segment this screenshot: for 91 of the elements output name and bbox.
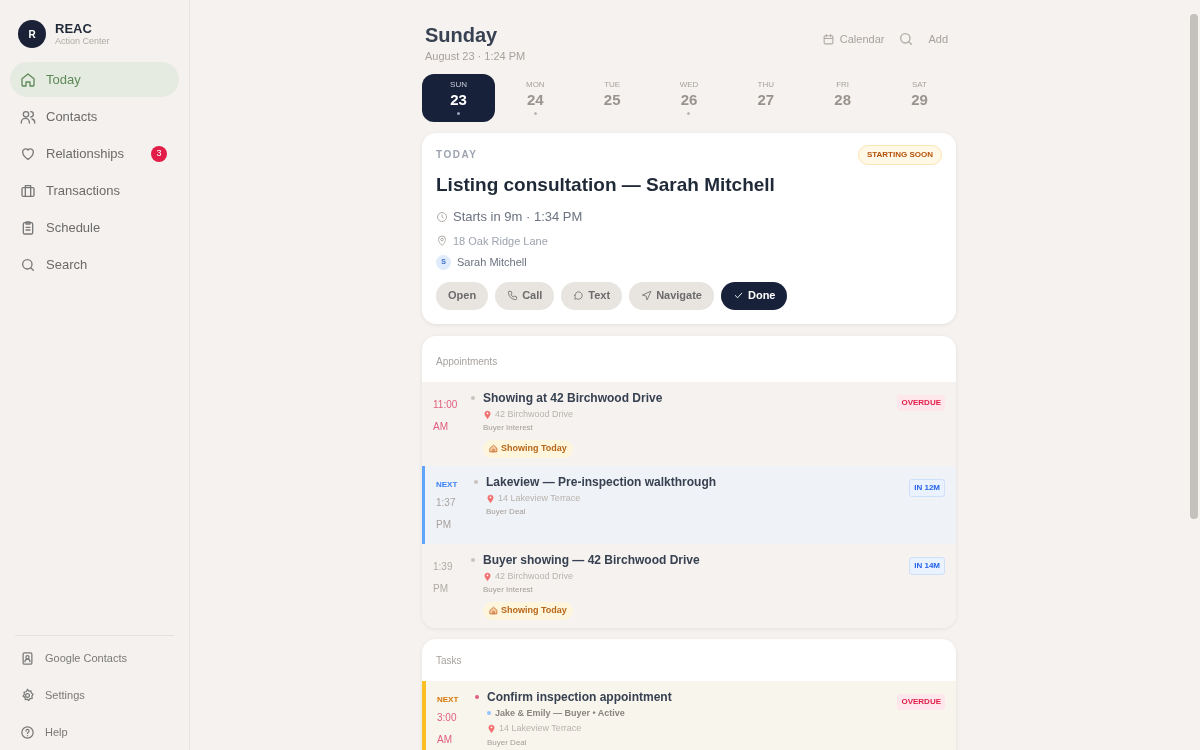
app-name: REAC bbox=[55, 21, 93, 36]
nav-item[interactable]: Search bbox=[10, 247, 179, 282]
event-title: Listing consultation — Sarah Mitchell bbox=[436, 172, 776, 197]
nav-item[interactable]: Settings bbox=[10, 677, 179, 713]
status-badge: IN 14M bbox=[909, 556, 945, 575]
address-text: 14 Lakeview Terrace bbox=[499, 722, 582, 735]
address-text: 42 Birchwood Drive bbox=[495, 407, 574, 421]
day-tab[interactable]: THU 27 bbox=[729, 73, 803, 122]
page-title: Sunday bbox=[425, 23, 499, 48]
next-label: NEXT bbox=[436, 478, 459, 491]
scrollbar[interactable] bbox=[1190, 14, 1198, 519]
task-row[interactable]: NEXT 3:00 AM Confirm inspection appointment Jake & Emily — Buyer • Active 14 Lakeview Terrace Buyer Deal OVERDUE bbox=[422, 680, 956, 750]
category-text: Buyer Deal bbox=[487, 736, 528, 749]
heart-icon bbox=[20, 145, 36, 162]
appointment-title: Lakeview — Pre-inspection walkthrough bbox=[486, 473, 718, 490]
help-icon bbox=[20, 724, 35, 740]
clock-icon bbox=[436, 210, 448, 223]
time-label: 3:00 AM bbox=[437, 710, 458, 747]
time-label: 1:39 PM bbox=[433, 559, 454, 596]
people-icon bbox=[20, 108, 36, 125]
status-badge: OVERDUE bbox=[897, 693, 945, 710]
nav-item[interactable]: Help bbox=[10, 714, 179, 750]
location-pin-icon bbox=[483, 409, 492, 419]
appointment-row[interactable]: NEXT 1:37 PM Lakeview — Pre-inspection walkthrough 14 Lakeview Terrace Buyer Deal IN 12M bbox=[422, 465, 956, 544]
nav-item[interactable]: Relationships 3 bbox=[10, 136, 179, 171]
nav-item[interactable]: Transactions bbox=[10, 173, 179, 208]
section-label: TODAY bbox=[436, 148, 478, 162]
day-tab[interactable]: FRI 28 bbox=[806, 73, 880, 122]
appointment-title: Showing at 42 Birchwood Drive bbox=[483, 389, 664, 406]
time-label: 11:00 AM bbox=[433, 397, 459, 434]
count-badge: 3 bbox=[151, 145, 167, 162]
category-text: Buyer Interest bbox=[483, 422, 534, 434]
day-tab[interactable]: SUN 23 bbox=[422, 73, 495, 122]
nav-item[interactable]: Today bbox=[10, 62, 179, 97]
category-text: Buyer Interest bbox=[483, 584, 534, 596]
navigate-button[interactable]: Navigate bbox=[629, 281, 714, 310]
day-tab[interactable]: TUE 25 bbox=[575, 73, 649, 122]
section-title: Tasks bbox=[435, 653, 463, 668]
event-address: 18 Oak Ridge Lane bbox=[453, 233, 548, 249]
search-icon bbox=[20, 256, 36, 273]
day-tab[interactable]: WED 26 bbox=[652, 73, 726, 122]
open-button[interactable]: Open bbox=[436, 281, 489, 310]
status-badge: IN 12M bbox=[909, 478, 945, 497]
status-badge: STARTING SOON bbox=[857, 144, 942, 165]
settings-icon bbox=[20, 687, 35, 703]
check-icon bbox=[733, 290, 744, 301]
tag-chip: Showing Today bbox=[483, 602, 573, 620]
chat-bubble-icon bbox=[573, 290, 585, 301]
address-text: 14 Lakeview Terrace bbox=[498, 491, 581, 505]
clipboard-icon bbox=[20, 219, 36, 236]
address-text: 42 Birchwood Drive bbox=[495, 569, 574, 583]
location-pin-icon bbox=[487, 724, 496, 734]
house-icon bbox=[489, 444, 498, 454]
house-icon bbox=[489, 606, 498, 616]
contact-book-icon bbox=[20, 650, 35, 666]
day-tab[interactable]: SAT 29 bbox=[882, 73, 956, 122]
navigation-arrow-icon bbox=[641, 290, 653, 301]
location-pin-icon bbox=[486, 493, 495, 503]
nav-item[interactable]: Google Contacts bbox=[10, 640, 179, 676]
call-button[interactable]: Call bbox=[495, 281, 555, 310]
phone-icon bbox=[507, 290, 519, 301]
text-button[interactable]: Text bbox=[561, 281, 623, 310]
next-label: NEXT bbox=[437, 693, 460, 706]
nav-item[interactable]: Schedule bbox=[10, 210, 179, 245]
search-icon bbox=[898, 31, 915, 48]
appointment-title: Buyer showing — 42 Birchwood Drive bbox=[483, 551, 701, 568]
time-label: 1:37 PM bbox=[436, 495, 457, 532]
add-button[interactable]: Add bbox=[928, 31, 956, 48]
nav-item[interactable]: Contacts bbox=[10, 99, 179, 134]
avatar: R bbox=[18, 20, 46, 48]
location-pin-icon bbox=[436, 234, 448, 247]
calendar-icon bbox=[821, 32, 835, 46]
search-button[interactable] bbox=[898, 31, 915, 48]
done-button[interactable]: Done bbox=[721, 281, 788, 310]
app-subtitle: Action Center bbox=[55, 36, 110, 47]
tag-chip: Showing Today bbox=[483, 440, 573, 458]
event-time: Starts in 9m · 1:34 PM bbox=[453, 208, 583, 226]
status-badge: OVERDUE bbox=[897, 394, 945, 411]
day-tab[interactable]: MON 24 bbox=[498, 73, 572, 122]
location-pin-icon bbox=[483, 571, 492, 581]
appointment-row[interactable]: 11:00 AM Showing at 42 Birchwood Drive 42 Birchwood Drive Buyer Interest Showing Today OVERDUE bbox=[422, 381, 956, 466]
section-title: Appointments bbox=[435, 354, 499, 369]
appointment-row[interactable]: 1:39 PM Buyer showing — 42 Birchwood Drive 42 Birchwood Drive Buyer Interest Showing Today IN 14M bbox=[422, 543, 956, 628]
page-subtitle: August 23 · 1:24 PM bbox=[425, 49, 526, 64]
briefcase-icon bbox=[20, 182, 36, 199]
task-title: Confirm inspection appointment bbox=[487, 688, 673, 705]
home-icon bbox=[20, 71, 36, 88]
contact-name: Sarah Mitchell bbox=[457, 255, 527, 270]
category-text: Buyer Deal bbox=[486, 506, 527, 518]
contact-line: Jake & Emily — Buyer • Active bbox=[495, 706, 625, 720]
calendar-button[interactable]: Calendar bbox=[821, 31, 885, 48]
